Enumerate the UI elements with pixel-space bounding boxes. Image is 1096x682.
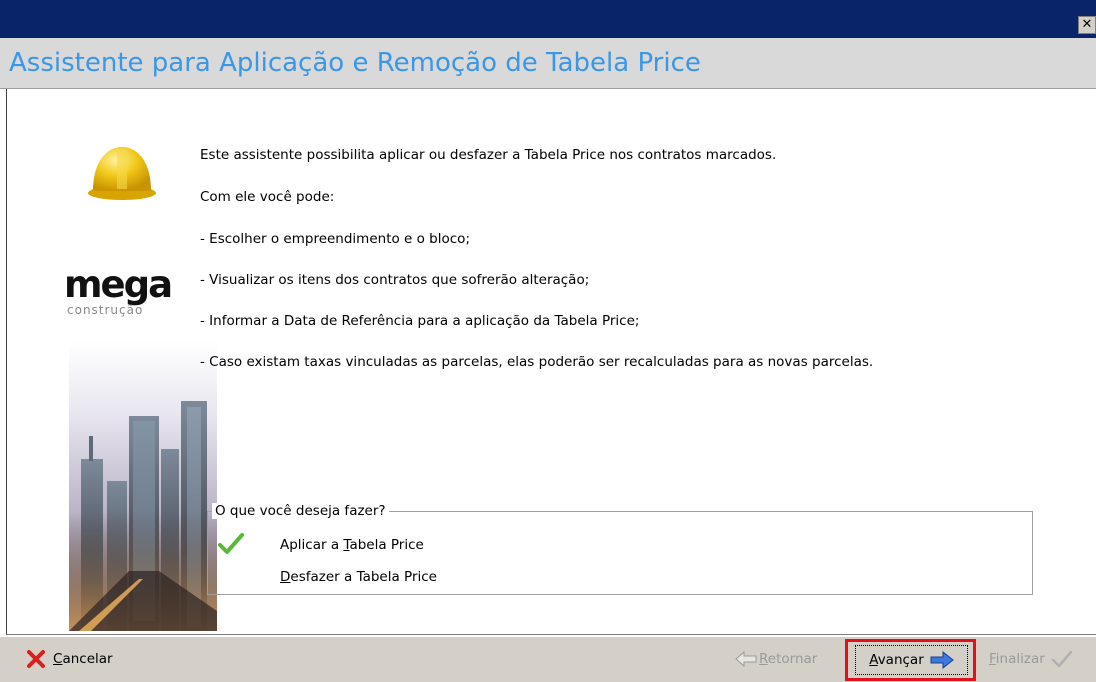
mega-logo-subtitle: construção [67, 303, 144, 317]
cancelar-button[interactable]: Cancelar [26, 645, 113, 673]
close-button[interactable]: ✕ [1078, 16, 1096, 34]
intro-item-3: - Informar a Data de Referência para a a… [200, 313, 640, 329]
left-arrow-icon [735, 651, 757, 667]
avancar-label: Avançar [869, 652, 924, 668]
selected-check-icon [218, 533, 244, 554]
action-choice-legend: O que você deseja fazer? [212, 503, 389, 519]
option-aplicar[interactable]: Aplicar a Tabela Price [280, 537, 424, 553]
action-choice-group: O que você deseja fazer? Aplicar a Tabel… [207, 503, 1033, 595]
check-icon [1051, 650, 1073, 668]
right-arrow-icon [930, 651, 954, 669]
city-skyline-image [69, 341, 217, 631]
finalizar-button[interactable]: Finalizar [989, 645, 1073, 673]
mega-logo: mega [64, 263, 173, 306]
red-x-icon [27, 650, 45, 668]
intro-line-1: Este assistente possibilita aplicar ou d… [200, 147, 777, 163]
wizard-title: Assistente para Aplicação e Remoção de T… [9, 48, 701, 78]
wizard-header: Assistente para Aplicação e Remoção de T… [0, 38, 1096, 89]
finalizar-label: Finalizar [989, 651, 1045, 667]
window-titlebar [0, 0, 1096, 38]
option-desfazer[interactable]: Desfazer a Tabela Price [280, 569, 437, 585]
avancar-button[interactable]: Avançar [855, 645, 968, 675]
cancelar-label: Cancelar [53, 651, 113, 667]
hard-hat-icon [88, 147, 156, 200]
intro-item-2: - Visualizar os itens dos contratos que … [200, 272, 590, 288]
retornar-button[interactable]: Retornar [735, 645, 817, 673]
intro-line-2: Com ele você pode: [200, 189, 335, 205]
intro-item-4: - Caso existam taxas vinculadas as parce… [200, 354, 874, 370]
intro-item-1: - Escolher o empreendimento e o bloco; [200, 231, 470, 247]
side-branding-panel: mega construção [34, 141, 217, 681]
retornar-label: Retornar [759, 651, 818, 667]
